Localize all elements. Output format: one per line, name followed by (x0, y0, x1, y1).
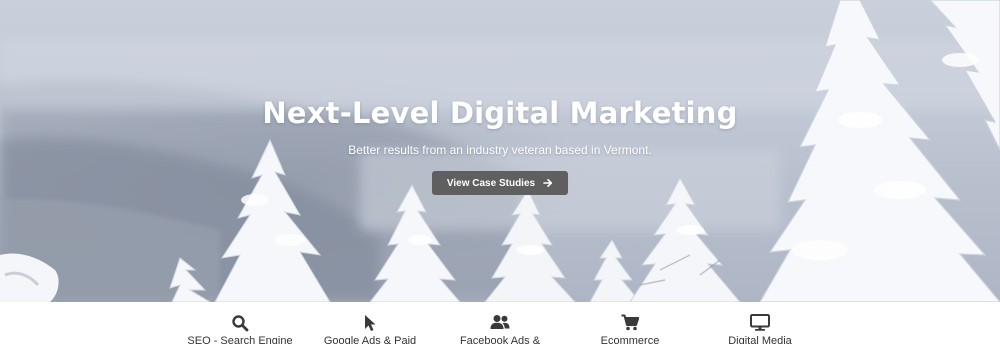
hero-content: Next-Level Digital Marketing Better resu… (0, 96, 1000, 195)
monitor-icon (750, 314, 770, 332)
services-row: SEO - Search Engine Google Ads & Paid Fa… (0, 302, 1000, 344)
hero-title: Next-Level Digital Marketing (262, 96, 738, 130)
cursor-pointer-icon (360, 314, 380, 332)
hero-banner: Next-Level Digital Marketing Better resu… (0, 0, 1000, 302)
service-label: Facebook Ads & (459, 335, 541, 344)
service-item-google-ads[interactable]: Google Ads & Paid (300, 302, 440, 344)
service-label: Digital Media (728, 335, 792, 344)
shopping-cart-icon (620, 314, 640, 332)
service-label: Ecommerce (600, 335, 660, 344)
search-icon (230, 314, 250, 332)
service-label: Google Ads & Paid (323, 335, 417, 344)
hero-subtitle: Better results from an industry veteran … (348, 143, 652, 157)
users-icon (490, 314, 510, 332)
service-item-seo[interactable]: SEO - Search Engine (170, 302, 310, 344)
cta-label: View Case Studies (446, 177, 536, 189)
service-item-digital-media[interactable]: Digital Media (690, 302, 830, 344)
service-label: SEO - Search Engine (187, 335, 293, 344)
service-item-ecommerce[interactable]: Ecommerce (560, 302, 700, 344)
arrow-right-icon (543, 178, 553, 188)
service-item-facebook-ads[interactable]: Facebook Ads & (430, 302, 570, 344)
view-case-studies-button[interactable]: View Case Studies (431, 171, 569, 195)
